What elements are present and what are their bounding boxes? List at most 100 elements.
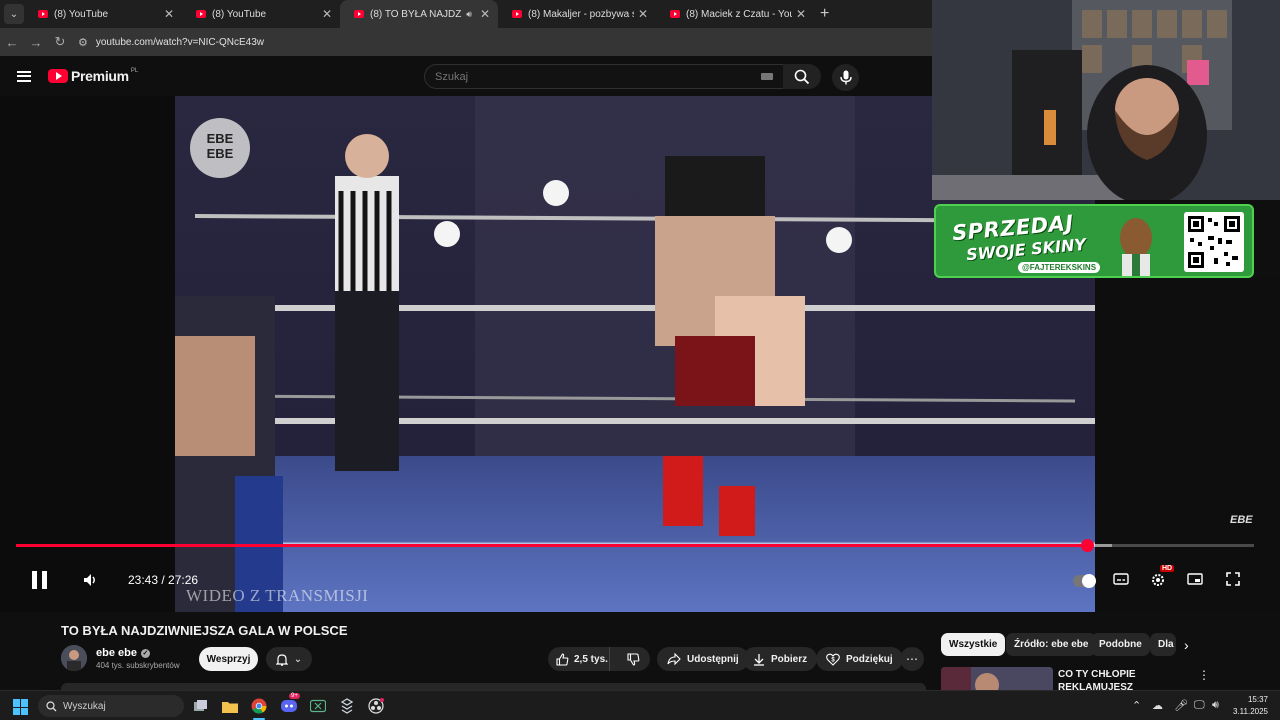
search-button[interactable]	[783, 64, 821, 89]
file-explorer-icon[interactable]	[220, 696, 240, 716]
browser-tab[interactable]: (8) YouTube ✕	[182, 0, 340, 28]
close-tab-icon[interactable]: ✕	[638, 7, 648, 21]
clock-time: 15:37	[1247, 695, 1268, 704]
dislike-button[interactable]	[616, 652, 650, 666]
address-bar: ← → ↻ ⚙︎ youtube.com/watch?v=NIC-QNcE43w	[0, 28, 932, 56]
search-icon	[46, 700, 57, 711]
menu-hamburger-icon[interactable]	[17, 70, 31, 82]
url-field[interactable]: ⚙︎ youtube.com/watch?v=NIC-QNcE43w	[78, 36, 264, 49]
channel-name-row[interactable]: ebe ebe ✓	[96, 647, 150, 659]
download-button[interactable]: Pobierz	[743, 647, 818, 671]
fullscreen-button[interactable]	[1225, 571, 1241, 592]
cloud-icon[interactable]: ☁︎	[1152, 699, 1163, 712]
forward-arrow-icon[interactable]: →	[24, 35, 48, 50]
system-clock[interactable]: 15:37 3.11.2025	[1230, 694, 1268, 718]
chip-all[interactable]: Wszystkie	[941, 633, 1006, 656]
chrome-icon[interactable]	[249, 696, 269, 716]
player-letterbox-left	[0, 96, 175, 612]
windows-taskbar: Wyszukaj 9+ ⌃ ☁︎ 🎤︎ 🖵︎ 🔊︎ 15:37 3.11.202…	[0, 690, 1280, 720]
tray-chevron-up-icon[interactable]: ⌃	[1132, 699, 1141, 712]
close-tab-icon[interactable]: ✕	[796, 7, 806, 21]
streamer-webcam-overlay	[932, 0, 1280, 200]
youtube-favicon-icon	[670, 10, 680, 18]
taskbar-search[interactable]: Wyszukaj	[38, 695, 184, 717]
chip-for-you[interactable]: Dla	[1150, 633, 1176, 656]
search-box	[424, 64, 784, 89]
close-tab-icon[interactable]: ✕	[480, 7, 490, 21]
back-arrow-icon[interactable]: ←	[0, 35, 24, 50]
speaker-icon[interactable]: 🔊︎	[466, 9, 472, 20]
tab-title: (8) YouTube	[212, 8, 267, 20]
pause-button[interactable]	[32, 571, 48, 589]
like-count: 2,5 tys.	[574, 653, 608, 665]
windows-start-icon[interactable]	[13, 699, 29, 715]
discord-badge: 9+	[289, 693, 300, 699]
tab-title: (8) Maciek z Czatu - YouTube	[686, 8, 792, 20]
share-label: Udostępnij	[687, 653, 739, 665]
chip-related[interactable]: Podobne	[1091, 633, 1150, 656]
scrubber-handle[interactable]	[1080, 539, 1094, 552]
channel-avatar[interactable]	[61, 645, 87, 671]
microphone-tray-icon[interactable]: 🎤︎	[1174, 699, 1188, 712]
gear-icon	[1152, 574, 1164, 586]
clock-date: 3.11.2025	[1233, 707, 1268, 716]
thumbs-down-icon	[627, 652, 640, 666]
browser-tab-active[interactable]: (8) TO BYŁA NAJDZIWNIEJSZA 🔊︎ ✕	[340, 0, 498, 28]
close-tab-icon[interactable]: ✕	[322, 7, 332, 21]
voice-search-button[interactable]	[832, 64, 859, 91]
network-icon[interactable]: 🖵︎	[1194, 699, 1205, 712]
search-input[interactable]	[435, 70, 761, 83]
tab-title: (8) TO BYŁA NAJDZIWNIEJSZA	[370, 8, 462, 20]
site-info-icon[interactable]: ⚙︎	[78, 36, 88, 49]
recommended-thumbnail[interactable]	[941, 667, 1053, 691]
new-tab-plus-icon[interactable]: +	[820, 5, 829, 23]
subtitles-button[interactable]	[1113, 571, 1129, 592]
xbox-app-icon[interactable]	[308, 696, 328, 716]
speaker-tray-icon[interactable]: 🔊︎	[1212, 699, 1219, 712]
time-display: 23:43 / 27:26	[128, 573, 199, 587]
tab-search-chevron-icon[interactable]: ⌄	[4, 4, 24, 24]
chip-source[interactable]: Źródło: ebe ebe	[1006, 633, 1097, 656]
task-view-icon[interactable]	[191, 696, 211, 716]
browser-tab[interactable]: (8) YouTube ✕	[24, 0, 182, 28]
keyboard-icon[interactable]	[761, 73, 773, 80]
logo-wordmark: Premium	[71, 68, 129, 84]
like-button[interactable]: 2,5 tys.	[548, 647, 611, 671]
dog-mascot-image	[1120, 218, 1152, 276]
download-label: Pobierz	[771, 653, 808, 665]
subtitles-icon	[1113, 573, 1129, 585]
more-vertical-icon[interactable]: ⋮	[1198, 668, 1210, 682]
like-dislike-group: 2,5 tys.	[548, 647, 650, 671]
youtube-play-logo-icon	[48, 69, 68, 83]
settings-button[interactable]	[1150, 571, 1166, 594]
browser-tab[interactable]: (8) Maciek z Czatu - YouTube ✕	[656, 0, 814, 28]
sponsor-banner: SPRZEDAJ SWOJE SKINY @FAJTEREKSKINS	[934, 204, 1254, 278]
channel-name[interactable]: ebe ebe	[96, 647, 137, 659]
share-button[interactable]: Udostępnij	[657, 647, 749, 671]
chevron-right-icon[interactable]: ›	[1184, 637, 1189, 653]
close-tab-icon[interactable]: ✕	[164, 7, 174, 21]
reload-icon[interactable]: ↻	[48, 34, 72, 50]
support-button[interactable]: Wesprzyj	[199, 647, 258, 671]
notifications-button[interactable]: ⌄	[266, 647, 312, 671]
video-progress-bar[interactable]	[16, 539, 1254, 552]
chevron-down-icon: ⌄	[293, 653, 303, 665]
more-actions-button[interactable]: ⋯	[900, 647, 924, 671]
volume-button[interactable]	[82, 572, 98, 593]
thumbs-up-icon	[556, 652, 569, 666]
banner-handle: @FAJTEREKSKINS	[1018, 262, 1101, 273]
youtube-premium-logo[interactable]: Premium PL	[48, 68, 138, 84]
discord-icon[interactable]: 9+	[279, 693, 300, 716]
webcam-image	[932, 0, 1280, 200]
obs-icon[interactable]	[366, 696, 386, 716]
autoplay-toggle[interactable]	[1073, 574, 1096, 588]
miniplayer-button[interactable]	[1187, 571, 1203, 592]
more-horizontal-icon: ⋯	[906, 652, 918, 666]
browser-tab[interactable]: (8) Makaljer - pozbywa się całej ✕	[498, 0, 656, 28]
hd-quality-badge: HD	[1160, 565, 1175, 572]
tab-title: (8) YouTube	[54, 8, 109, 20]
video-caption-overlay: WIDEO Z TRANSMISJI	[186, 586, 369, 605]
steam-icon[interactable]	[337, 696, 357, 716]
miniplayer-icon	[1187, 573, 1203, 585]
thanks-button[interactable]: $ Podziękuj	[816, 647, 903, 671]
